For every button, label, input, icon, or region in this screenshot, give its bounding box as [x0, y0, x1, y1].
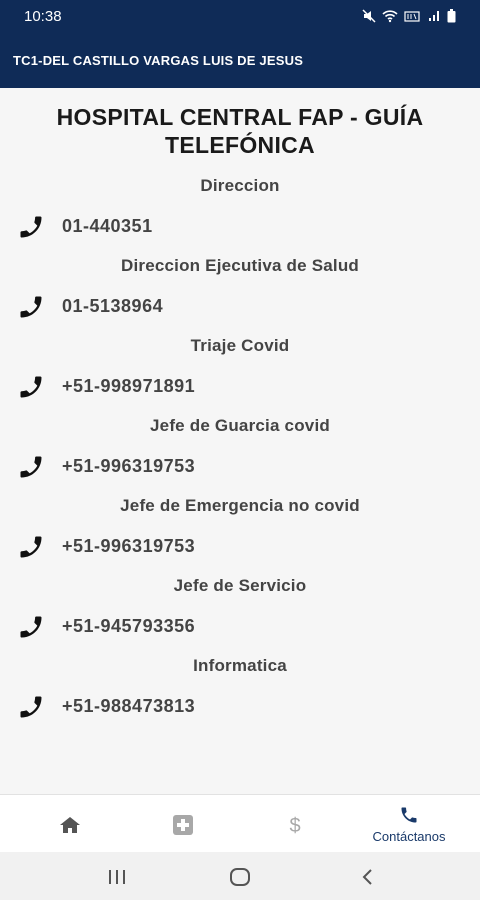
nav-contactanos-label: Contáctanos: [372, 829, 446, 844]
status-icons: [362, 8, 456, 23]
phone-row[interactable]: 01-5138964: [0, 290, 480, 324]
page-title: HOSPITAL CENTRAL FAP - GUÍA TELEFÓNICA: [56, 104, 424, 158]
phone-icon: [20, 376, 42, 398]
phone-number[interactable]: +51-998971891: [62, 376, 195, 397]
status-time: 10:38: [24, 8, 62, 25]
phone-number[interactable]: +51-996319753: [62, 456, 195, 477]
wifi-icon: [382, 10, 398, 23]
contact-name: Triaje Covid: [190, 336, 290, 355]
contact-name: Direccion: [200, 176, 280, 195]
app-title: TC1-DEL CASTILLO VARGAS LUIS DE JESUS: [13, 53, 304, 68]
phone-icon: [20, 216, 42, 238]
home-icon: [60, 817, 80, 833]
battery-icon: [447, 8, 456, 23]
dollar-icon: $: [289, 815, 300, 837]
home-button-icon[interactable]: [229, 867, 251, 887]
nav-payments[interactable]: $: [250, 795, 340, 853]
phone-icon: [401, 807, 417, 823]
phone-number[interactable]: +51-988473813: [62, 696, 195, 717]
contact-name: Jefe de Guarcia covid: [150, 416, 330, 435]
contact-name: Informatica: [193, 656, 287, 675]
phone-row[interactable]: +51-988473813: [0, 690, 480, 724]
phone-number[interactable]: +51-945793356: [62, 616, 195, 637]
phone-number[interactable]: +51-996319753: [62, 536, 195, 557]
medical-cross-icon: [173, 815, 193, 835]
phone-number[interactable]: 01-5138964: [62, 296, 163, 317]
phone-row[interactable]: +51-996319753: [0, 530, 480, 564]
phone-row[interactable]: +51-998971891: [0, 370, 480, 404]
phone-icon: [20, 536, 42, 558]
phone-icon: [20, 696, 42, 718]
system-navigation-bar: [0, 852, 480, 900]
phone-icon: [20, 456, 42, 478]
contact-list[interactable]: HOSPITAL CENTRAL FAP - GUÍA TELEFÓNICA D…: [0, 88, 480, 794]
nav-contactanos[interactable]: Contáctanos: [350, 795, 468, 853]
recent-apps-icon[interactable]: [107, 869, 127, 885]
phone-row[interactable]: +51-996319753: [0, 450, 480, 484]
contact-name: Direccion Ejecutiva de Salud: [120, 256, 359, 275]
contact-name: Jefe de Emergencia no covid: [120, 496, 360, 515]
mute-icon: [362, 9, 376, 23]
volte-icon: [404, 11, 420, 22]
nav-home[interactable]: [25, 795, 115, 853]
phone-icon: [20, 616, 42, 638]
svg-text:$: $: [289, 815, 300, 837]
nav-medical[interactable]: [138, 795, 228, 853]
app-bar: TC1-DEL CASTILLO VARGAS LUIS DE JESUS: [0, 34, 480, 88]
contact-name: Jefe de Servicio: [173, 576, 307, 595]
signal-icon: [428, 10, 439, 21]
back-icon[interactable]: [360, 868, 374, 886]
status-bar: 10:38: [0, 0, 480, 34]
phone-number[interactable]: 01-440351: [62, 216, 153, 237]
phone-row[interactable]: +51-945793356: [0, 610, 480, 644]
bottom-navigation: $ Contáctanos: [0, 794, 480, 853]
phone-icon: [20, 296, 42, 318]
phone-row[interactable]: 01-440351: [0, 210, 480, 244]
